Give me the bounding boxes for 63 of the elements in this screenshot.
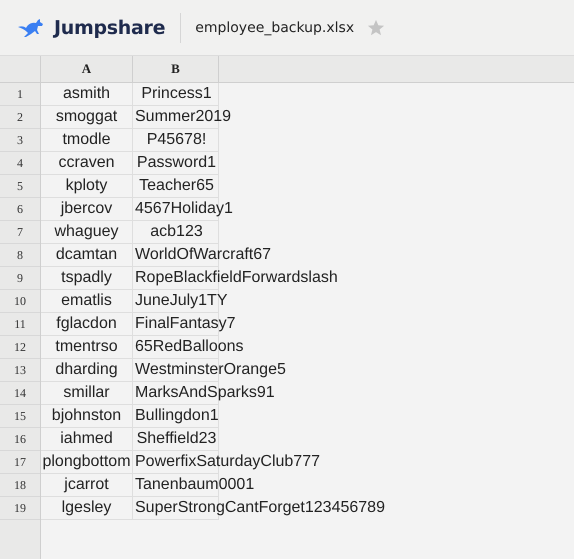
row-number: 7 bbox=[17, 224, 23, 240]
table-cell: bjohnston bbox=[52, 407, 122, 425]
table-cell: asmith bbox=[62, 85, 110, 103]
row-number: 14 bbox=[14, 386, 26, 400]
table-cell: ematlis bbox=[61, 292, 112, 310]
column-header[interactable]: A bbox=[82, 61, 92, 77]
table-cell: dharding bbox=[55, 361, 118, 379]
row-number: 2 bbox=[17, 110, 23, 124]
table-cell: Bullingdon1 bbox=[135, 407, 219, 425]
table-cell: Password1 bbox=[136, 154, 216, 172]
table-cell: acb123 bbox=[150, 223, 203, 241]
table-cell: Sheffield23 bbox=[136, 430, 216, 448]
row-number: 3 bbox=[17, 132, 23, 148]
row-number: 8 bbox=[17, 248, 23, 262]
table-cell: 4567Holiday1 bbox=[135, 200, 233, 218]
table-cell: 65RedBalloons bbox=[135, 338, 244, 356]
row-number: 5 bbox=[17, 178, 23, 194]
row-number: 12 bbox=[14, 340, 26, 354]
table-cell: WestminsterOrange5 bbox=[135, 361, 286, 379]
table-cell: tmodle bbox=[62, 131, 111, 149]
table-cell: JuneJuly1TY bbox=[135, 292, 228, 310]
file-name: employee_backup.xlsx bbox=[195, 20, 354, 36]
brand-name: Jumpshare bbox=[54, 16, 166, 38]
row-number: 16 bbox=[14, 432, 26, 446]
table-cell: WorldOfWarcraft67 bbox=[135, 246, 272, 264]
table-cell: smillar bbox=[63, 384, 110, 402]
table-cell: jcarrot bbox=[64, 476, 109, 494]
row-number: 17 bbox=[14, 454, 26, 470]
table-cell: PowerfixSaturdayClub777 bbox=[135, 453, 320, 471]
table-cell: jbercov bbox=[60, 200, 112, 218]
row-number: 19 bbox=[14, 500, 26, 516]
row-number: 10 bbox=[14, 294, 26, 308]
table-cell: smoggat bbox=[56, 108, 118, 126]
column-header[interactable]: B bbox=[171, 61, 180, 77]
table-cell: iahmed bbox=[60, 430, 113, 448]
row-number: 15 bbox=[14, 408, 26, 424]
table-cell: tmentrso bbox=[55, 338, 118, 356]
table-cell: tspadly bbox=[61, 269, 112, 287]
table-cell: whaguey bbox=[54, 223, 119, 241]
table-cell: kploty bbox=[66, 177, 108, 195]
row-number: 13 bbox=[14, 362, 26, 378]
row-number: 4 bbox=[17, 156, 23, 170]
row-number: 1 bbox=[17, 86, 23, 102]
table-cell: SuperStrongCantForget123456789 bbox=[135, 499, 385, 517]
table-cell: Teacher65 bbox=[139, 177, 214, 195]
row-number: 18 bbox=[14, 478, 26, 492]
table-cell: plongbottom bbox=[42, 453, 131, 471]
table-cell: FinalFantasy7 bbox=[135, 315, 236, 333]
table-cell: Princess1 bbox=[141, 85, 212, 103]
table-cell: ccraven bbox=[58, 154, 115, 172]
table-cell: MarksAndSparks91 bbox=[135, 384, 275, 402]
table-cell: dcamtan bbox=[56, 246, 118, 264]
table-cell: Tanenbaum0001 bbox=[135, 476, 254, 494]
table-cell: RopeBlackfieldForwardslash bbox=[135, 269, 338, 287]
table-cell: lgesley bbox=[62, 499, 112, 517]
star-icon[interactable] bbox=[367, 18, 386, 36]
row-number: 9 bbox=[17, 270, 23, 286]
row-number: 6 bbox=[17, 202, 23, 216]
row-number: 11 bbox=[14, 316, 26, 332]
table-cell: fglacdon bbox=[56, 315, 117, 333]
table-cell: Summer2019 bbox=[135, 108, 232, 126]
kangaroo-icon bbox=[17, 18, 45, 38]
table-cell: P45678! bbox=[146, 131, 206, 149]
